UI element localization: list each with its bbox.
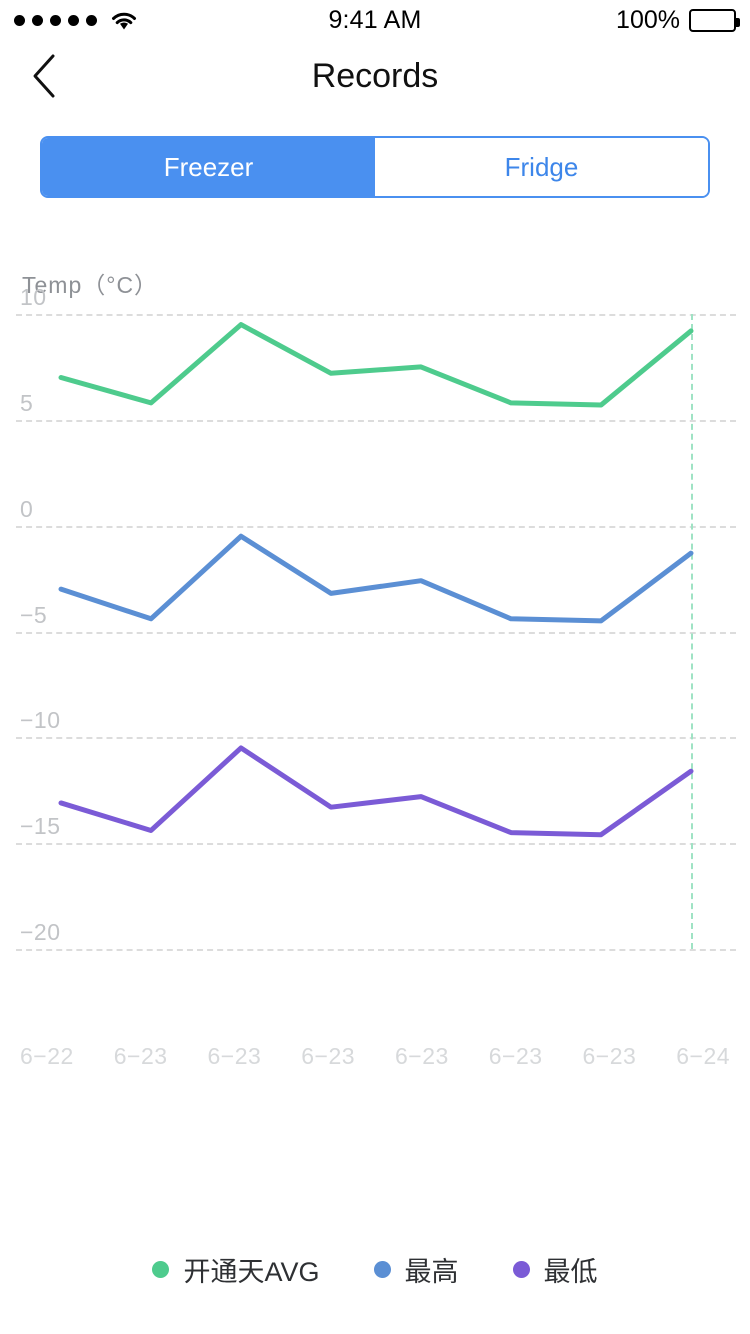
- chart-series-lines: [58, 322, 694, 838]
- legend-label: 最高: [404, 1257, 459, 1287]
- series-line: [58, 533, 694, 624]
- segmented-control-wrapper: Freezer Fridge: [0, 112, 750, 198]
- temperature-chart: Temp（°C） 10 5 0 −5 −10 −15 −20: [0, 266, 750, 1056]
- battery-full-icon: [689, 8, 740, 32]
- y-axis-tick-label: 10: [20, 284, 47, 310]
- chart-plot-area: 10 5 0 −5 −10 −15 −20: [0, 284, 750, 1004]
- legend-item[interactable]: 开通天AVG: [152, 1250, 320, 1289]
- legend-color-dot: [512, 1261, 530, 1278]
- x-axis-labels: 6−22 6−23 6−23 6−23 6−23 6−23 6−23 6−24: [0, 1043, 750, 1070]
- status-bar-right: 100%: [616, 5, 740, 35]
- legend-color-dot: [373, 1261, 391, 1278]
- tab-fridge[interactable]: Fridge: [375, 138, 708, 196]
- back-button[interactable]: [20, 52, 68, 100]
- legend-color-dot: [152, 1261, 170, 1278]
- legend-label: 最低: [543, 1257, 598, 1287]
- x-axis-tick-label: 6−23: [301, 1043, 356, 1069]
- page-title: Records: [311, 56, 439, 95]
- segmented-control[interactable]: Freezer Fridge: [40, 136, 710, 198]
- x-axis-tick-label: 6−22: [19, 1043, 74, 1069]
- x-axis-tick-label: 6−23: [582, 1043, 637, 1069]
- legend-item[interactable]: 最低: [512, 1250, 598, 1289]
- status-bar: 9:41 AM 100%: [0, 0, 750, 40]
- x-axis-tick-label: 6−23: [207, 1043, 262, 1069]
- chevron-left-icon: [33, 54, 55, 98]
- tab-freezer[interactable]: Freezer: [42, 138, 375, 196]
- series-line: [58, 322, 694, 408]
- x-axis-tick-label: 6−24: [676, 1043, 731, 1069]
- legend-label: 开通天AVG: [183, 1257, 320, 1287]
- battery-percent: 100%: [616, 5, 680, 34]
- nav-bar: Records: [0, 40, 750, 112]
- x-axis-tick-label: 6−23: [488, 1043, 543, 1069]
- x-axis-tick-label: 6−23: [113, 1043, 168, 1069]
- x-axis-tick-label: 6−23: [394, 1043, 449, 1069]
- legend-item[interactable]: 最高: [373, 1250, 459, 1289]
- chart-legend: 开通天AVG 最高 最低: [0, 1250, 750, 1289]
- series-line: [58, 745, 694, 838]
